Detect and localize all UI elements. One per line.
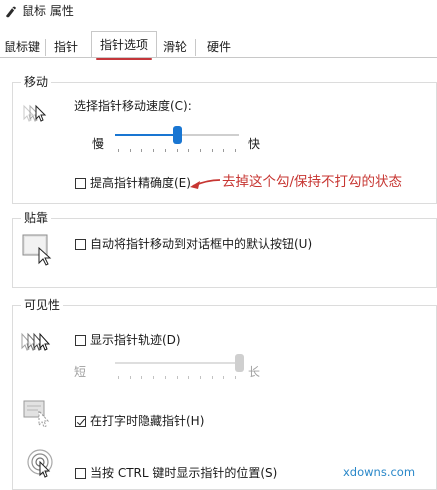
visibility-group-label: 可见性	[21, 297, 64, 313]
speed-slow-label: 慢	[92, 137, 105, 151]
title-bar: 鼠标 属性	[0, 0, 437, 28]
slider-tick	[200, 149, 201, 152]
speed-label: 选择指针移动速度(C):	[74, 99, 192, 113]
hide-while-typing-label: 在打字时隐藏指针(H)	[90, 414, 205, 428]
tab-divider	[0, 57, 437, 58]
speed-slider-ticks	[118, 149, 236, 153]
slider-tick	[177, 149, 178, 152]
motion-group-label: 移动	[21, 74, 52, 90]
snap-to-group-label: 贴靠	[21, 210, 52, 226]
selected-tab-underline	[96, 58, 152, 60]
slider-tick	[212, 149, 213, 152]
slider-tick	[235, 376, 236, 379]
tab-hardware[interactable]: 硬件	[199, 37, 239, 57]
enhance-precision-checkbox[interactable]	[75, 178, 86, 189]
slider-tick	[235, 149, 236, 152]
slider-tick	[188, 149, 189, 152]
slider-tick	[141, 149, 142, 152]
tab-pointer-options[interactable]: 指针选项	[91, 31, 157, 57]
slider-tick	[223, 149, 224, 152]
slider-tick	[177, 376, 178, 379]
enhance-precision-label: 提高指针精确度(E)	[90, 176, 191, 190]
tab-pointers[interactable]: 指针	[47, 37, 85, 57]
mouse-icon	[6, 6, 16, 18]
trail-slider-ticks	[118, 376, 236, 380]
speed-slider-thumb[interactable]	[173, 126, 182, 144]
slider-tick	[165, 376, 166, 379]
snap-to-default-icon	[22, 234, 52, 266]
tab-buttons[interactable]: 鼠标键	[0, 37, 44, 57]
locate-pointer-icon	[27, 449, 53, 478]
tab-separator	[195, 39, 196, 56]
slider-tick	[188, 376, 189, 379]
slider-tick	[130, 376, 131, 379]
trail-short-label: 短	[74, 365, 87, 379]
hide-while-typing-checkbox[interactable]	[75, 416, 86, 427]
slider-tick	[130, 149, 131, 152]
snap-to-checkbox[interactable]	[75, 239, 86, 250]
slider-tick	[118, 376, 119, 379]
trail-long-label: 长	[248, 365, 261, 379]
slider-tick	[200, 376, 201, 379]
slider-tick	[212, 376, 213, 379]
speed-slider-fill	[115, 134, 177, 136]
pointer-trails-icon	[21, 332, 51, 351]
trail-slider-track	[115, 362, 239, 364]
hide-pointer-icon	[23, 400, 50, 428]
slider-tick	[118, 149, 119, 152]
slider-tick	[153, 376, 154, 379]
annotation-note: 去掉这个勾/保持不打勾的状态	[222, 174, 403, 190]
pointer-trails-label: 显示指针轨迹(D)	[90, 333, 181, 347]
ctrl-locate-checkbox[interactable]	[75, 468, 86, 479]
slider-tick	[153, 149, 154, 152]
pointer-speed-icon	[23, 104, 47, 122]
watermark: xdowns.com	[343, 465, 416, 479]
snap-to-label: 自动将指针移动到对话框中的默认按钮(U)	[90, 237, 313, 251]
speed-fast-label: 快	[248, 137, 261, 151]
slider-tick	[141, 376, 142, 379]
visibility-group: 可见性	[12, 297, 437, 490]
slider-tick	[165, 149, 166, 152]
window-title: 鼠标 属性	[22, 4, 74, 18]
ctrl-locate-label: 当按 CTRL 键时显示指针的位置(S)	[90, 466, 278, 480]
trail-slider-thumb[interactable]	[235, 354, 244, 372]
tab-separator	[45, 39, 46, 56]
tab-wheel[interactable]: 滑轮	[157, 37, 193, 57]
slider-tick	[223, 376, 224, 379]
pointer-trails-checkbox[interactable]	[75, 335, 86, 346]
annotation-arrow-icon	[190, 179, 221, 189]
snap-to-group: 贴靠	[12, 210, 437, 288]
